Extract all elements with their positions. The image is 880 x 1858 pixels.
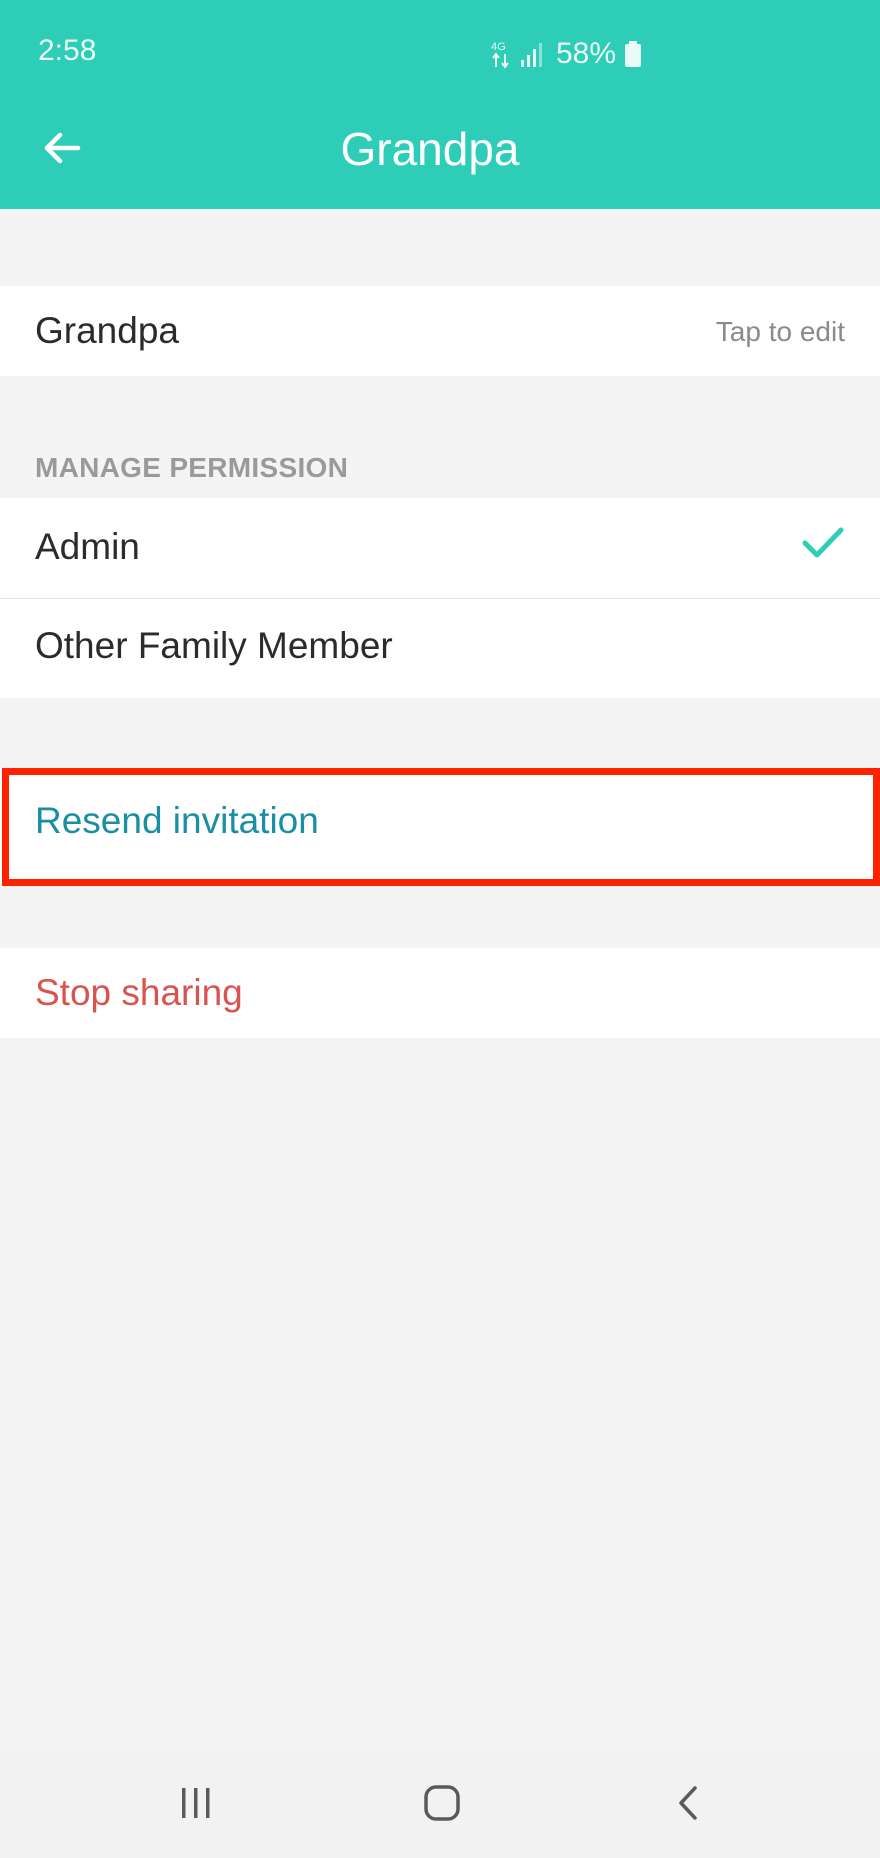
battery-icon (624, 40, 642, 68)
battery-percent: 58% (556, 37, 617, 70)
back-nav-button[interactable] (652, 1772, 724, 1838)
recent-apps-button[interactable] (160, 1772, 232, 1838)
recent-apps-icon (178, 1786, 214, 1825)
resend-invitation-button[interactable]: Resend invitation (0, 768, 880, 886)
system-nav-bar (0, 1752, 880, 1858)
permission-option-admin[interactable]: Admin (0, 498, 880, 598)
name-row[interactable]: Grandpa Tap to edit (0, 286, 880, 376)
manage-permission-header: MANAGE PERMISSION (35, 452, 349, 483)
stop-sharing-label: Stop sharing (35, 972, 243, 1013)
resend-invitation-label: Resend invitation (35, 800, 319, 841)
back-icon (675, 1784, 701, 1827)
page-title: Grandpa (340, 123, 520, 175)
status-icons: 4G 58% (490, 34, 642, 74)
svg-text:4G: 4G (491, 41, 506, 53)
tap-to-edit-hint: Tap to edit (715, 316, 845, 347)
status-time: 2:58 (38, 34, 97, 67)
checkmark-icon (802, 526, 844, 565)
home-button[interactable] (406, 1772, 478, 1838)
stop-sharing-button[interactable]: Stop sharing (0, 948, 880, 1038)
app-bar: 2:58 4G 58% Grandpa (0, 0, 880, 209)
permission-label-other: Other Family Member (35, 625, 393, 666)
permission-option-other-family-member[interactable]: Other Family Member (0, 599, 880, 698)
signal-icon (520, 40, 546, 68)
member-name: Grandpa (35, 310, 179, 351)
permission-label-admin: Admin (35, 526, 140, 567)
data-arrows-icon: 4G (490, 39, 512, 69)
home-icon (423, 1784, 461, 1827)
